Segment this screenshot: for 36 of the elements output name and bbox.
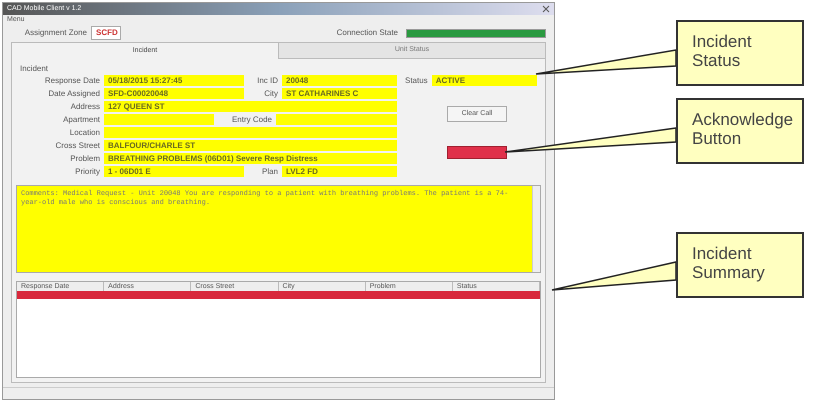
field-label: Status	[405, 74, 429, 86]
text-field[interactable]: BALFOUR/CHARLE ST	[104, 140, 397, 151]
zone-field[interactable]: SCFD	[91, 26, 121, 40]
field-label: Location	[68, 126, 101, 138]
field-label: Inc ID	[256, 74, 279, 86]
acknowledge-button[interactable]	[447, 146, 507, 159]
text-field[interactable]: SFD-C00020048	[104, 88, 244, 99]
callout-label: Incident Summary	[676, 232, 804, 298]
field-label: Plan	[260, 166, 279, 178]
field-label: City	[263, 88, 279, 100]
field-label: Problem	[69, 152, 101, 164]
callout-label: Acknowledge Button	[676, 98, 804, 164]
field-label: Assignment Zone	[24, 27, 88, 39]
text-field[interactable]	[104, 127, 397, 138]
field-label: Connection State	[336, 27, 399, 39]
field-label: Cross Street	[54, 140, 101, 152]
text-field[interactable]: 05/18/2015 15:27:45	[104, 75, 244, 86]
close-icon[interactable]	[542, 5, 550, 13]
text-field[interactable]: LVL2 FD	[282, 166, 397, 177]
text-field[interactable]: 1 - 06D01 E	[104, 166, 244, 177]
text-field[interactable]: BREATHING PROBLEMS (06D01) Severe Resp Distress	[104, 153, 397, 164]
field-label: Entry Code	[230, 114, 273, 126]
field-label: Apartment	[62, 114, 101, 126]
field-label: Address	[70, 100, 101, 112]
field-label: Response Date	[44, 74, 101, 86]
text-field[interactable]: ST CATHARINES C	[282, 88, 397, 99]
text-field[interactable]	[276, 114, 397, 125]
callout-label: Incident Status	[676, 20, 804, 86]
table-row[interactable]	[17, 291, 540, 299]
field-label: Priority	[74, 166, 101, 178]
status-field: ACTIVE	[432, 75, 537, 86]
field-label: Date Assigned	[47, 88, 101, 100]
group-label: Incident	[19, 63, 50, 75]
text-field[interactable]: 127 QUEEN ST	[104, 101, 397, 112]
text-field[interactable]	[104, 114, 214, 125]
text-field[interactable]: 20048	[282, 75, 397, 86]
